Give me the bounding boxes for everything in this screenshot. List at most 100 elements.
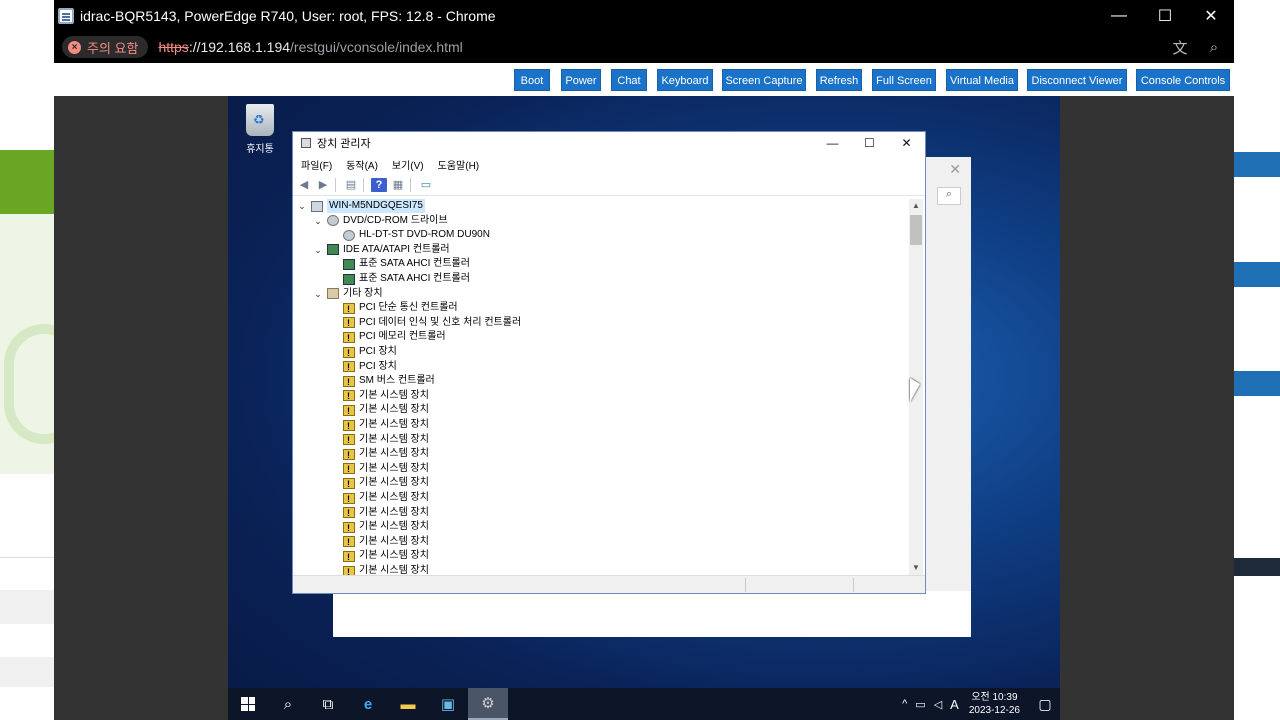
translate-icon[interactable]: 文 (1170, 37, 1190, 58)
virtual-console[interactable]: 휴지통 ✕ ⌕ 장치 관리자 — ☐ ✕ 파일(F) (54, 96, 1234, 720)
menu-action[interactable]: 동작(A) (346, 157, 378, 172)
close-button[interactable]: ✕ (1188, 0, 1234, 31)
internet-explorer-icon[interactable]: e (348, 688, 388, 720)
properties-icon[interactable]: ▤ (343, 178, 359, 192)
tree-item[interactable]: PCI 메모리 컨트롤러 (329, 330, 446, 345)
warning-device-icon (343, 492, 355, 506)
chat-button[interactable]: Chat (611, 69, 647, 91)
window-titlebar[interactable]: idrac-BQR5143, PowerEdge R740, User: roo… (54, 0, 1234, 31)
menu-file[interactable]: 파일(F) (301, 157, 332, 172)
background-window-close-icon[interactable]: ✕ (949, 161, 961, 178)
tree-item[interactable]: 기본 시스템 장치 (329, 403, 429, 418)
minimize-button[interactable]: — (1096, 0, 1142, 31)
background-divider (0, 557, 55, 558)
device-manager-icon (301, 138, 311, 148)
view-icon[interactable]: ▦ (390, 178, 406, 192)
full-screen-button[interactable]: Full Screen (872, 69, 936, 91)
tree-item[interactable]: 기본 시스템 장치 (329, 462, 429, 476)
ime-indicator[interactable]: A (950, 697, 959, 712)
expand-chevron-icon[interactable]: ⌄ (297, 199, 307, 213)
tree-item[interactable]: 기본 시스템 장치 (329, 535, 429, 549)
tree-item[interactable]: HL-DT-ST DVD-ROM DU90N (329, 228, 490, 242)
tree-item[interactable]: 기본 시스템 장치 (329, 433, 429, 447)
virtual-media-button[interactable]: Virtual Media (946, 69, 1018, 91)
start-button[interactable] (228, 688, 268, 720)
refresh-button[interactable]: Refresh (816, 69, 862, 91)
tree-item[interactable]: ⌄ DVD/CD-ROM 드라이브 (313, 214, 448, 228)
dm-maximize-button[interactable]: ☐ (851, 132, 888, 154)
ide-icon (327, 244, 339, 256)
tree-item[interactable]: PCI 장치 (329, 360, 397, 374)
tree-item[interactable]: 기본 시스템 장치 (329, 389, 429, 403)
help-icon[interactable]: ? (371, 177, 387, 192)
search-icon[interactable]: ⌕ (937, 187, 961, 205)
tree-item[interactable]: ⌄ 기타 장치 (313, 287, 383, 301)
tree-item[interactable]: 표준 SATA AHCI 컨트롤러 (329, 257, 470, 271)
forward-arrow-icon[interactable]: ▶ (315, 178, 331, 192)
warning-device-icon (343, 565, 355, 575)
url-field[interactable]: https://192.168.1.194/restgui/vconsole/i… (158, 39, 462, 55)
tree-item-label: PCI 데이터 인식 및 신호 처리 컨트롤러 (359, 316, 522, 328)
expand-chevron-icon[interactable]: ⌄ (313, 214, 323, 228)
device-manager-titlebar[interactable]: 장치 관리자 — ☐ ✕ (293, 132, 925, 154)
server-manager-icon[interactable]: ▣ (428, 688, 468, 720)
tree-item[interactable]: 기본 시스템 장치 (329, 447, 429, 462)
file-explorer-icon[interactable]: ▬ (388, 688, 428, 720)
warning-device-icon (343, 302, 355, 316)
tree-item[interactable]: 기본 시스템 장치 (329, 491, 429, 506)
recycle-bin[interactable]: 휴지통 (240, 104, 280, 155)
device-manager-taskbar-icon[interactable]: ⚙ (468, 688, 508, 720)
tree-item[interactable]: 기본 시스템 장치 (329, 549, 429, 564)
tree-item[interactable]: 기본 시스템 장치 (329, 418, 429, 433)
expand-chevron-icon[interactable]: ⌄ (313, 243, 323, 257)
screen-capture-button[interactable]: Screen Capture (722, 69, 806, 91)
tree-item[interactable]: SM 버스 컨트롤러 (329, 374, 435, 389)
clock[interactable]: 오전 10:39 2023-12-26 (969, 691, 1020, 717)
tree-item-label: 기본 시스템 장치 (359, 433, 429, 445)
notification-icon[interactable]: ▢ (1030, 688, 1060, 720)
window-controls: — ☐ ✕ (1096, 0, 1234, 31)
tree-item[interactable]: PCI 단순 통신 컨트롤러 (329, 301, 458, 316)
tree-item[interactable]: 기본 시스템 장치 (329, 564, 429, 575)
chevron-up-icon[interactable]: ^ (902, 698, 907, 710)
scan-hardware-icon[interactable]: ▭ (418, 178, 434, 192)
tree-item[interactable]: 표준 SATA AHCI 컨트롤러 (329, 272, 470, 286)
tree-item-label: 기본 시스템 장치 (359, 419, 429, 430)
tree-item[interactable]: ⌄ IDE ATA/ATAPI 컨트롤러 (313, 243, 450, 257)
tree-item[interactable]: 기본 시스템 장치 (329, 476, 429, 491)
tree-item-label: HL-DT-ST DVD-ROM DU90N (359, 229, 490, 241)
keyboard-button[interactable]: Keyboard (657, 69, 713, 91)
expand-chevron-icon[interactable]: ⌄ (313, 287, 323, 301)
dm-minimize-button[interactable]: — (814, 132, 851, 154)
network-icon[interactable]: ▭ (915, 698, 925, 711)
background-dark-bar (1234, 558, 1280, 576)
tree-item-label: 기본 시스템 장치 (359, 550, 429, 562)
tree-item[interactable]: PCI 데이터 인식 및 신호 처리 컨트롤러 (329, 316, 521, 330)
console-controls-button[interactable]: Console Controls (1136, 69, 1230, 91)
zoom-icon[interactable]: ⌕ (1204, 39, 1224, 56)
device-manager-controls: — ☐ ✕ (814, 132, 925, 154)
tree-item[interactable]: PCI 장치 (329, 345, 397, 360)
tree-item[interactable]: ⌄ WIN-M5NDGQESI75 (297, 199, 425, 213)
menu-view[interactable]: 보기(V) (392, 157, 424, 172)
menu-help[interactable]: 도움말(H) (438, 157, 479, 172)
scroll-down-icon[interactable]: ▼ (909, 561, 923, 575)
maximize-button[interactable]: ☐ (1142, 0, 1188, 31)
power-button[interactable]: Power (561, 69, 601, 91)
task-view-icon[interactable]: ⧉ (308, 688, 348, 720)
boot-button[interactable]: Boot (514, 69, 550, 91)
back-arrow-icon[interactable]: ◀ (296, 178, 312, 192)
device-tree[interactable]: ⌄ WIN-M5NDGQESI75 ⌄ DVD/CD-ROM 드라이브 HL-DT-ST… (295, 199, 913, 575)
remote-desktop[interactable]: 휴지통 ✕ ⌕ 장치 관리자 — ☐ ✕ 파일(F) (228, 96, 1060, 720)
tree-item[interactable]: 기본 시스템 장치 (329, 520, 429, 535)
chrome-window: idrac-BQR5143, PowerEdge R740, User: roo… (54, 0, 1234, 720)
security-warning-chip[interactable]: × 주의 요함 (62, 36, 149, 58)
tree-item[interactable]: 기본 시스템 장치 (329, 506, 429, 520)
search-icon[interactable]: ⌕ (268, 688, 308, 720)
disconnect-viewer-button[interactable]: Disconnect Viewer (1027, 69, 1127, 91)
mouse-cursor-icon (866, 374, 872, 388)
scroll-thumb[interactable] (910, 215, 922, 245)
scroll-up-icon[interactable]: ▲ (909, 199, 923, 213)
dm-close-button[interactable]: ✕ (888, 132, 925, 154)
volume-muted-icon[interactable]: ◁ (934, 698, 942, 711)
